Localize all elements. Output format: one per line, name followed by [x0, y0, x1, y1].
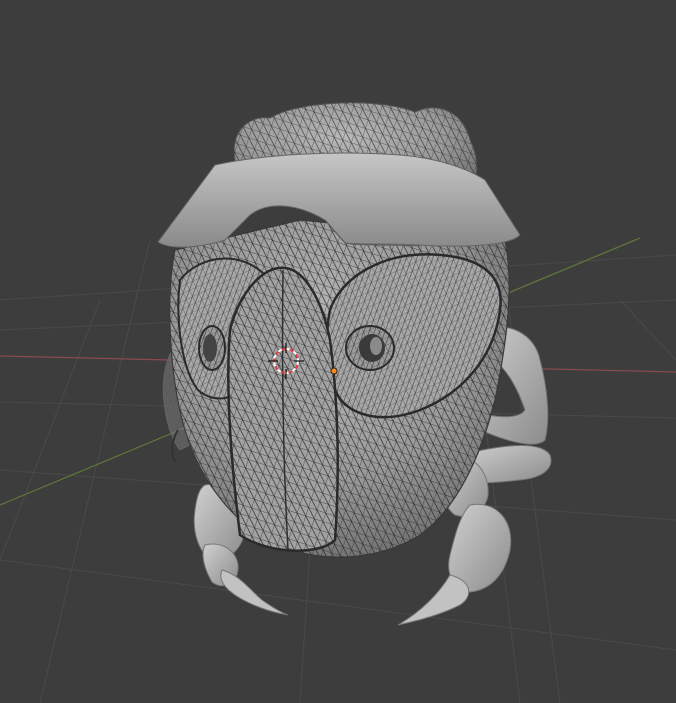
snout-horn[interactable] — [227, 266, 339, 552]
object-origin-icon — [330, 367, 338, 375]
3d-viewport[interactable] — [0, 0, 676, 703]
viewport-canvas[interactable] — [0, 0, 676, 703]
eye-right[interactable] — [345, 325, 395, 371]
eye-left[interactable] — [198, 325, 226, 371]
